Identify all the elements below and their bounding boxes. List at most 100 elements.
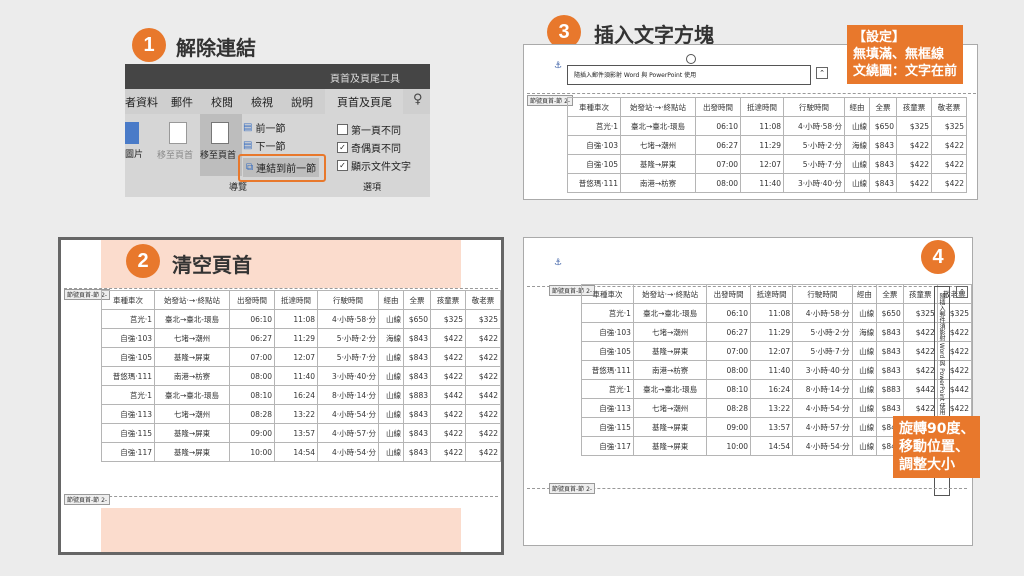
tab-header-footer[interactable]: 頁首及頁尾	[337, 94, 392, 110]
table-cell: 海線	[378, 328, 404, 348]
table-cell: 11:40	[750, 360, 794, 380]
table-cell: 4·小時·58·分	[792, 303, 853, 323]
next-section-button[interactable]: ▤ 下一節	[243, 138, 285, 153]
goto-header-icon[interactable]	[169, 122, 187, 144]
table-cell: 14:54	[750, 436, 794, 456]
table-cell: 08:10	[706, 379, 752, 399]
option-different-odd-even[interactable]: ✓ 奇偶頁不同	[337, 140, 401, 155]
table-cell: 莒光·1	[581, 303, 634, 323]
option-different-first-page[interactable]: 第一頁不同	[337, 122, 401, 137]
column-header: 出發時間	[695, 97, 741, 117]
table-cell: 自強·103	[567, 135, 621, 155]
table-cell: 自強·115	[101, 423, 155, 443]
table-cell: 臺北→臺北-環島	[154, 385, 230, 405]
word-ribbon: 頁首及頁尾工具 者資料 郵件 校閱 檢視 說明 頁首及頁尾 ♀ 圖片 移至頁首 …	[125, 64, 430, 197]
previous-section-button[interactable]: ▤ 前一節	[243, 120, 285, 135]
table-row: 莒光·1 臺北→臺北-環島 06:10 11:08 4·小時·58·分 山線 $650 $32…	[567, 116, 967, 136]
table-cell: 自強·105	[567, 154, 621, 174]
table-cell: $422	[465, 442, 501, 462]
table-cell: 七堵→潮州	[154, 328, 230, 348]
table-cell: 山線	[378, 404, 404, 424]
table-cell: $843	[869, 173, 897, 193]
table-cell: 5·小時·7·分	[317, 347, 379, 367]
table-cell: 10:00	[229, 442, 275, 462]
table-cell: 自強·115	[581, 417, 634, 437]
column-header: 抵達時間	[274, 290, 318, 310]
column-header: 行駛時間	[317, 290, 379, 310]
rotate-handle[interactable]	[686, 54, 696, 64]
table-cell: 5·小時·2·分	[317, 328, 379, 348]
table-cell: 3·小時·40·分	[317, 366, 379, 386]
column-header: 孩童票	[896, 97, 932, 117]
table-cell: 08:00	[229, 366, 275, 386]
layout-options-icon[interactable]: ⌃	[816, 67, 828, 79]
table-cell: 11:08	[740, 116, 784, 136]
table-cell: 12:07	[740, 154, 784, 174]
table-cell: 4·小時·57·分	[792, 417, 853, 437]
column-header: 抵達時間	[750, 284, 794, 304]
column-header: 敬老票	[465, 290, 501, 310]
table-cell: 13:57	[274, 423, 318, 443]
tab-mailings[interactable]: 郵件	[171, 94, 193, 110]
text-box[interactable]: 隨插入郵件須影射 Word 與 PowerPoint 使用	[567, 54, 811, 85]
table-cell: 山線	[851, 379, 878, 399]
table-cell: 07:00	[706, 341, 752, 361]
footer-area-highlight	[101, 508, 461, 552]
table-cell: $422	[896, 135, 932, 155]
column-header: 全票	[869, 97, 897, 117]
table-cell: $422	[430, 366, 466, 386]
goto-footer-icon[interactable]	[211, 122, 229, 144]
table-header-row: 車種車次 始發站·→·終點站 出發時間 抵達時間 行駛時間 經由 全票 孩童票 敬老票	[581, 284, 972, 304]
table-cell: 基隆→屏東	[154, 347, 230, 367]
table-row: 自強·103 七堵→潮州 06:27 11:29 5·小時·2·分 海線 $843 $422 $…	[581, 322, 972, 342]
goto-header-label[interactable]: 移至頁首	[157, 148, 193, 161]
table-cell: $442	[430, 385, 466, 405]
table-cell: 08:00	[695, 173, 741, 193]
table-cell: 08:28	[706, 398, 752, 418]
table-cell: $325	[430, 309, 466, 329]
table-cell: 山線	[378, 309, 404, 329]
table-cell: $422	[465, 366, 501, 386]
table-cell: $422	[902, 360, 938, 380]
table-row: 自強·113 七堵→潮州 08:28 13:22 4·小時·54·分 山線 $843 $422…	[101, 404, 501, 424]
table-cell: 山線	[851, 398, 878, 418]
tab-mailings-partial[interactable]: 者資料	[125, 94, 158, 110]
table-cell: 普悠瑪·111	[567, 173, 621, 193]
table-cell: 06:27	[706, 322, 752, 342]
option-show-document-text[interactable]: ✓ 顯示文件文字	[337, 158, 411, 173]
table-row: 自強·105 基隆→屏東 07:00 12:07 5·小時·7·分 山線 $843 $422 $…	[101, 347, 501, 367]
table-cell: $650	[869, 116, 897, 136]
rotated-text-box-content: 隨插入郵件須影射 Word 與 PowerPoint 使用	[938, 293, 945, 416]
column-header: 行駛時間	[792, 284, 853, 304]
ribbon-body: 圖片 移至頁首 移至頁首 ▤ 前一節 ▤ 下一節 ⧉ 連結到前一節 第一頁不同 ✓ 奇偶…	[125, 114, 430, 197]
table-cell: 自強·113	[581, 398, 634, 418]
table-cell: $422	[430, 404, 466, 424]
table-cell: 自強·103	[581, 322, 634, 342]
table-cell: 自強·117	[581, 436, 634, 456]
lightbulb-icon[interactable]: ♀	[413, 92, 423, 107]
column-header: 經由	[851, 284, 878, 304]
picture-icon[interactable]	[125, 122, 139, 144]
picture-label: 圖片	[125, 150, 144, 160]
table-cell: 普悠瑪·111	[101, 366, 155, 386]
table-cell: 山線	[851, 360, 878, 380]
tab-help[interactable]: 說明	[291, 94, 313, 110]
table-cell: 10:00	[706, 436, 752, 456]
table-cell: 5·小時·7·分	[783, 154, 845, 174]
table-cell: 13:22	[274, 404, 318, 424]
tab-review[interactable]: 校閱	[211, 94, 233, 110]
tab-view[interactable]: 檢視	[251, 94, 273, 110]
goto-footer-label[interactable]: 移至頁首	[200, 148, 236, 161]
table-cell: 13:57	[750, 417, 794, 437]
table-cell: 12:07	[750, 341, 794, 361]
layout-options-icon-4[interactable]: ⌃	[956, 286, 968, 298]
column-header: 出發時間	[706, 284, 752, 304]
panel-4-document: ⚓ 節號頁首‑節 2‑ 車種車次 始發站·→·終點站 出發時間 抵達時間 行駛時間 經由全…	[523, 237, 973, 546]
table-cell: $442	[465, 385, 501, 405]
table-cell: 09:00	[706, 417, 752, 437]
table-row: 自強·105 基隆→屏東 07:00 12:07 5·小時·7·分 山線 $843 $422 $…	[567, 154, 967, 174]
table-cell: $843	[869, 135, 897, 155]
table-cell: 海線	[851, 322, 878, 342]
table-cell: $422	[465, 404, 501, 424]
table-cell: $422	[430, 442, 466, 462]
